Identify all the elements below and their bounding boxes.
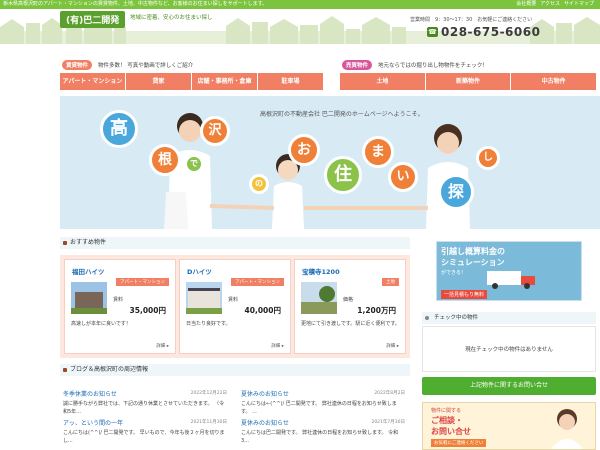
blog-list: 冬季休業のお知らせ 2022年12月22日 誠に勝手ながら弊社では、下記の通り休… xyxy=(60,380,410,450)
hero-char-7: 住 xyxy=(324,156,362,194)
blog-date: 2021年7月30日 xyxy=(371,420,405,425)
nav-house[interactable]: 貸家 xyxy=(126,73,192,90)
blog-heading: ブログ＆高根沢町の周辺情報 xyxy=(60,364,410,376)
link-access[interactable]: アクセス xyxy=(540,0,560,9)
blog-date: 2022年12月22日 xyxy=(190,391,227,396)
hero-char-2: 沢 xyxy=(200,116,230,146)
business-hours: 営業時間 9：30～17：30 お気軽にご連絡ください xyxy=(410,17,533,23)
checked-properties-empty: 現在チェック中の物件はありません xyxy=(422,326,596,372)
hero-banner: 高根沢町の不動産会社 巴二開発のホームページへようこそ。 高 沢 根 で の お… xyxy=(60,96,600,229)
blog-excerpt: 誠に勝手ながら弊社では、下記の通り休業とさせていただきます。 〈令和5年... xyxy=(63,401,225,415)
blog-date: 2021年11月30日 xyxy=(190,420,227,425)
header-tagline: 地域に密着、安心のお住まい探し xyxy=(130,15,213,21)
company-logo[interactable]: (有)巴二開発 xyxy=(60,11,126,28)
property-card[interactable]: 福田ハイツ アパート・マンション 賃料 35,000円 高速しが本年に良いです！… xyxy=(64,259,176,354)
hero-char-6: お xyxy=(288,134,320,166)
detail-link[interactable]: 詳細 ▸ xyxy=(386,343,399,349)
property-price: 1,200万円 xyxy=(357,306,396,315)
hero-char-11: し xyxy=(476,146,500,170)
blog-title[interactable]: アッ、という間の一年 xyxy=(63,418,123,427)
page: 栃木県高根沢町のアパート・マンションの賃貸物件、土地、中古物件など、お客様のお住… xyxy=(0,0,600,450)
property-photo[interactable] xyxy=(186,282,222,314)
hero-char-1: 高 xyxy=(100,110,138,148)
contact-banner[interactable]: 物件に関する ご相談・ お問い合せ お気軽にご連絡ください xyxy=(422,402,596,450)
nav-land[interactable]: 土地 xyxy=(340,73,426,90)
checked-properties-heading: チェック中の物件 xyxy=(422,312,596,324)
property-price: 40,000円 xyxy=(244,306,281,315)
utility-links: 会社概要 アクセス サイトマップ xyxy=(516,0,594,9)
ad2-line3: お問い合せ xyxy=(431,427,471,436)
blog-excerpt: こんにちは←(^^)/ 巴二開発です。 弊社連休の日程をお知らせ致します。 ..… xyxy=(241,401,397,415)
phone-icon: ☎ xyxy=(427,27,438,37)
rent-nav: アパート・マンション 貸家 店舗・事務所・倉庫 駐車場 xyxy=(60,73,323,90)
blog-date: 2022年8月2日 xyxy=(374,391,405,396)
blog-title[interactable]: 夏休みのお知らせ xyxy=(241,389,289,398)
property-type-badge: アパート・マンション xyxy=(231,278,284,286)
hero-char-10: 探 xyxy=(438,174,474,210)
detail-link[interactable]: 詳細 ▸ xyxy=(271,343,284,349)
sale-intro: 地元ならではの掘り出し物物件をチェック！ xyxy=(378,63,488,69)
ad1-line4: 一括見積もり無料 xyxy=(441,290,488,299)
property-type-badge: アパート・マンション xyxy=(116,278,169,286)
link-sitemap[interactable]: サイトマップ xyxy=(564,0,594,9)
price-label: 賃料 xyxy=(113,297,124,303)
moving-estimate-banner[interactable]: 引越し概算料金の シミュレーション ができる！ 一括見積もり無料 xyxy=(436,241,582,301)
nav-new-build[interactable]: 新築物件 xyxy=(425,73,512,90)
rent-intro: 物件多数！ 写真や動画で詳しくご紹介 xyxy=(98,63,194,69)
blog-title[interactable]: 夏休みのお知らせ xyxy=(241,418,289,427)
hero-char-5: の xyxy=(249,174,269,194)
blog-item[interactable]: アッ、という間の一年 2021年11月30日 こんにちは(^^)/ 巴二開発です… xyxy=(60,415,230,450)
hero-char-9: い xyxy=(388,162,418,192)
property-description: 高速しが本年に良いです！ xyxy=(71,321,131,327)
hero-char-3: 根 xyxy=(149,144,181,176)
blog-title[interactable]: 冬季休業のお知らせ xyxy=(63,389,117,398)
property-title[interactable]: 宝積寺1200 xyxy=(302,266,340,276)
sale-badge: 売買物件 xyxy=(342,60,373,70)
blog-item[interactable]: 夏休みのお知らせ 2021年7月30日 こんにちは巴二開発です。 弊社連休の日程… xyxy=(238,415,408,450)
ad1-line3: ができる！ xyxy=(441,270,466,276)
rent-badge: 賃貸物件 xyxy=(62,60,93,70)
nav-store-office[interactable]: 店舗・事務所・倉庫 xyxy=(192,73,258,90)
recommended-list: 福田ハイツ アパート・マンション 賃料 35,000円 高速しが本年に良いです！… xyxy=(60,255,410,358)
property-title[interactable]: Dハイツ xyxy=(187,266,212,276)
recommended-heading: おすすめ物件 xyxy=(60,237,410,249)
property-description: 更地にて引き渡しです。駅に近く便利です。 xyxy=(301,321,400,327)
site-description: 栃木県高根沢町のアパート・マンションの賃貸物件、土地、中古物件など、お客様のお住… xyxy=(3,1,268,7)
property-photo[interactable] xyxy=(301,282,337,314)
ad2-line2: ご相談・ xyxy=(431,416,463,425)
inquiry-button[interactable]: 上記物件に関するお問い合せ xyxy=(422,377,596,395)
hero-char-4: で xyxy=(184,154,204,174)
ad2-line4: お気軽にご連絡ください xyxy=(431,439,487,447)
price-label: 価格 xyxy=(343,297,354,303)
property-card[interactable]: Dハイツ アパート・マンション 賃料 40,000円 日当たり良好です。 詳細 … xyxy=(179,259,291,354)
property-card[interactable]: 宝積寺1200 土地 価格 1,200万円 更地にて引き渡しです。駅に近く便利で… xyxy=(294,259,406,354)
hero-char-8: ま xyxy=(362,136,394,168)
sale-nav: 土地 新築物件 中古物件 xyxy=(340,73,597,90)
ad1-line2: シミュレーション xyxy=(441,258,505,267)
property-photo[interactable] xyxy=(71,282,107,314)
top-bar: 栃木県高根沢町のアパート・マンションの賃貸物件、土地、中古物件など、お客様のお住… xyxy=(0,0,600,9)
nav-apartment[interactable]: アパート・マンション xyxy=(60,73,126,90)
property-price: 35,000円 xyxy=(129,306,166,315)
ad2-line1: 物件に関する xyxy=(431,408,462,414)
property-title[interactable]: 福田ハイツ xyxy=(72,266,104,276)
property-description: 日当たり良好です。 xyxy=(186,321,231,327)
nav-used[interactable]: 中古物件 xyxy=(511,73,597,90)
phone-number: 028-675-6060 xyxy=(441,25,541,39)
nav-parking[interactable]: 駐車場 xyxy=(258,73,323,90)
blog-excerpt: こんにちは(^^)/ 巴二開発です。 早いもので、今年も後２ヶ月を切りまし... xyxy=(63,430,225,444)
phone-block: ☎ 028-675-6060 xyxy=(427,25,540,39)
price-label: 賃料 xyxy=(228,297,239,303)
property-type-badge: 土地 xyxy=(382,278,399,286)
ad1-line1: 引越し概算料金の xyxy=(441,247,505,256)
link-company[interactable]: 会社概要 xyxy=(516,0,536,9)
blog-excerpt: こんにちは巴二開発です。 弊社連休の日程をお知らせ致します。 令和3... xyxy=(241,430,399,444)
operator-photo xyxy=(551,409,583,449)
truck-icon xyxy=(487,271,535,289)
detail-link[interactable]: 詳細 ▸ xyxy=(156,343,169,349)
